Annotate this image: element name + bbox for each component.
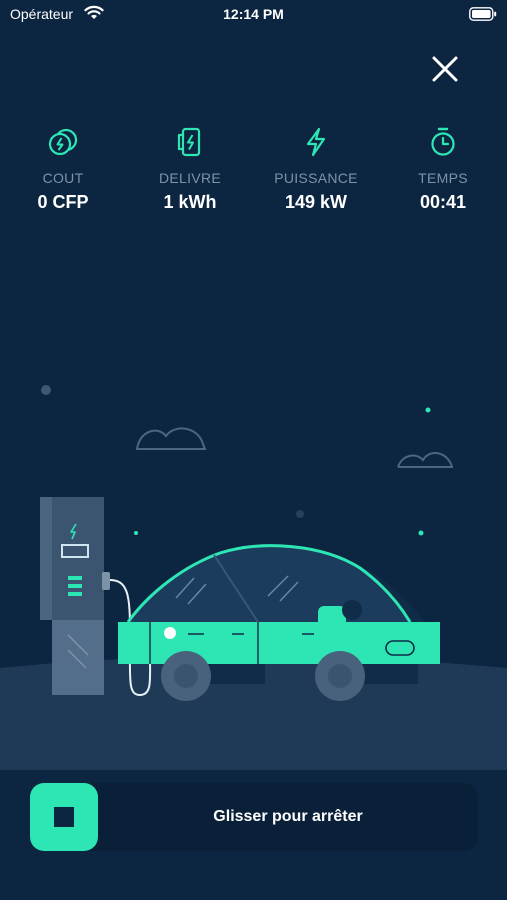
stat-cost: COUT 0 CFP — [8, 126, 118, 213]
stat-value: 00:41 — [419, 192, 467, 212]
lightning-icon — [306, 127, 326, 157]
stat-power: PUISSANCE 149 kW — [261, 126, 371, 213]
status-bar: Opérateur 12:14 PM — [0, 0, 507, 30]
energy-delivered-icon — [177, 127, 201, 157]
stop-icon — [54, 807, 74, 827]
stat-label: DELIVRE — [158, 170, 221, 186]
close-icon — [432, 56, 458, 82]
slider-label: Glisser pour arrêter — [213, 808, 363, 825]
stat-label: PUISSANCE — [274, 170, 358, 186]
slider-handle[interactable] — [30, 783, 98, 851]
charging-illustration — [0, 385, 507, 770]
stopwatch-icon — [431, 127, 455, 156]
battery-icon — [469, 7, 497, 21]
stat-value: 149 kW — [284, 192, 348, 212]
stat-label: COUT — [42, 170, 84, 186]
close-button[interactable] — [428, 52, 462, 86]
coins-icon — [48, 128, 78, 156]
stat-label: TEMPS — [418, 170, 468, 186]
stat-value: 0 CFP — [37, 192, 89, 212]
slide-to-stop[interactable]: Glisser pour arrêter — [30, 783, 478, 851]
stat-value: 1 kWh — [163, 192, 217, 212]
stat-time: TEMPS 00:41 — [388, 126, 498, 213]
status-time: 12:14 PM — [223, 6, 284, 22]
stat-delivered: DELIVRE 1 kWh — [135, 126, 245, 213]
